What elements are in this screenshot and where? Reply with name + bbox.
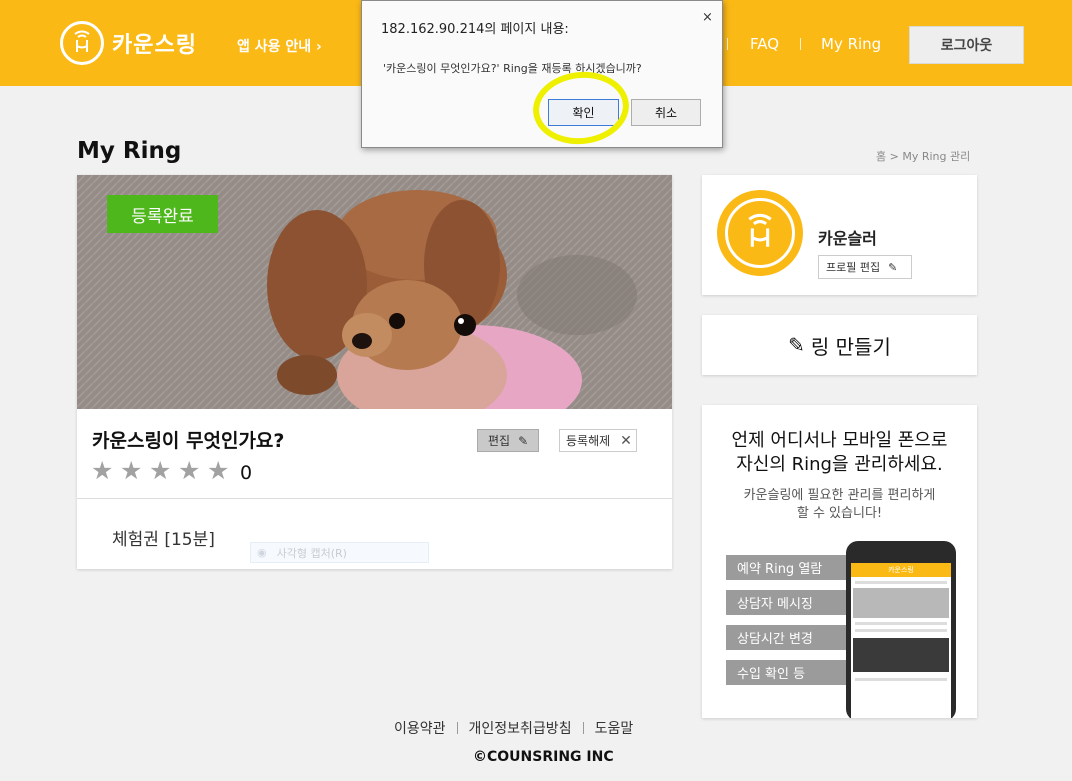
nav-my-ring[interactable]: My Ring <box>821 35 881 53</box>
nav-divider <box>800 38 801 50</box>
footer-divider <box>456 722 458 734</box>
profile-edit-label: 프로필 편집 <box>826 261 881 274</box>
footer-links: 이용약관 개인정보취급방침 도움말 <box>394 718 633 738</box>
logo-icon <box>60 21 104 65</box>
profile-edit-button[interactable]: 프로필 편집 ✎ <box>818 255 912 279</box>
phone-image <box>853 588 949 618</box>
feature-label: 상담자 메시징 <box>726 590 854 615</box>
ring-cover-image[interactable]: 등록완료 <box>77 175 672 409</box>
promo-headline: 자신의 Ring을 관리하세요. <box>736 454 943 475</box>
rating-stars: ★ ★ ★ ★ ★ 0 <box>91 456 252 485</box>
footer-link-help[interactable]: 도움말 <box>595 718 634 738</box>
nav-divider <box>727 38 728 50</box>
unregister-label: 등록해제 <box>566 434 611 448</box>
ring-card: 등록완료 카운스링이 무엇인가요? 편집 ✎ 등록해제 ✕ ★ ★ ★ ★ ★ … <box>77 175 672 569</box>
feature-label: 상담시간 변경 <box>726 625 854 650</box>
feature-label: 예약 Ring 열람 <box>726 555 854 580</box>
nav-app-guide[interactable]: 앱 사용 안내 › <box>237 36 322 56</box>
star-icon: ★ <box>120 456 143 485</box>
ghost-capture-tooltip: ◉ 사각형 캡처(R) <box>250 542 429 563</box>
phone-row <box>855 629 947 632</box>
profile-card: 카운슬러 프로필 편집 ✎ <box>702 175 977 295</box>
star-icon: ★ <box>91 456 114 485</box>
phone-row <box>855 678 947 681</box>
avatar <box>717 190 803 276</box>
pencil-icon: ✎ <box>788 333 805 357</box>
ring-title[interactable]: 카운스링이 무엇인가요? <box>92 426 284 453</box>
pencil-icon: ✎ <box>888 260 898 274</box>
phone-screen: 카운스링 <box>851 563 951 718</box>
promo-headline: 언제 어디서나 모바일 폰으로 <box>731 430 948 451</box>
status-badge: 등록완료 <box>107 195 218 233</box>
make-ring-label: 링 만들기 <box>810 334 891 359</box>
phone-row <box>855 622 947 625</box>
logout-button[interactable]: 로그아웃 <box>909 26 1024 64</box>
copyright: ©COUNSRING INC <box>473 749 614 765</box>
brand-name: 카운스링 <box>112 33 197 58</box>
phone-image <box>853 638 949 672</box>
profile-name: 카운슬러 <box>818 229 877 248</box>
pencil-icon: ✎ <box>518 433 529 448</box>
edit-ring-button[interactable]: 편집 ✎ <box>477 429 539 452</box>
dialog-title: 182.162.90.214의 페이지 내용: <box>381 22 569 37</box>
star-icon: ★ <box>178 456 201 485</box>
cancel-button[interactable]: 취소 <box>631 99 701 126</box>
promo-subtext: 카운슬링에 필요한 관리를 편리하게 <box>743 488 936 503</box>
mobile-promo-card: 언제 어디서나 모바일 폰으로 자신의 Ring을 관리하세요. 카운슬링에 필… <box>702 405 977 718</box>
promo-subtext: 할 수 있습니다! <box>796 506 883 521</box>
page-title: My Ring <box>77 138 182 164</box>
footer-link-privacy[interactable]: 개인정보취급방침 <box>469 718 572 738</box>
nav-faq[interactable]: FAQ <box>750 35 779 53</box>
close-icon[interactable]: × <box>702 10 713 25</box>
star-icon: ★ <box>149 456 172 485</box>
ghost-icon: ◉ <box>257 546 267 559</box>
breadcrumb[interactable]: 홈 > My Ring 관리 <box>876 148 970 164</box>
edit-label: 편집 <box>488 434 511 448</box>
star-icon: ★ <box>207 456 230 485</box>
footer-link-terms[interactable]: 이용약관 <box>394 718 446 738</box>
make-ring-button[interactable]: ✎ 링 만들기 <box>702 315 977 375</box>
footer-divider <box>582 722 584 734</box>
ghost-text: 사각형 캡처(R) <box>276 546 347 560</box>
site-logo[interactable]: 카운스링 <box>60 21 197 65</box>
rating-count: 0 <box>240 461 253 484</box>
phone-mockup: 카운스링 <box>846 541 956 718</box>
divider <box>77 498 672 499</box>
dialog-message: '카운스링이 무엇인가요?' Ring을 재등록 하시겠습니까? <box>383 62 642 75</box>
close-icon: ✕ <box>620 432 632 449</box>
feature-label: 수입 확인 등 <box>726 660 854 685</box>
logo-icon <box>725 198 795 268</box>
trial-ticket: 체험권 [15분] <box>112 530 215 550</box>
phone-row <box>855 581 947 584</box>
phone-app-bar: 카운스링 <box>851 563 951 577</box>
unregister-button[interactable]: 등록해제 ✕ <box>559 429 637 452</box>
